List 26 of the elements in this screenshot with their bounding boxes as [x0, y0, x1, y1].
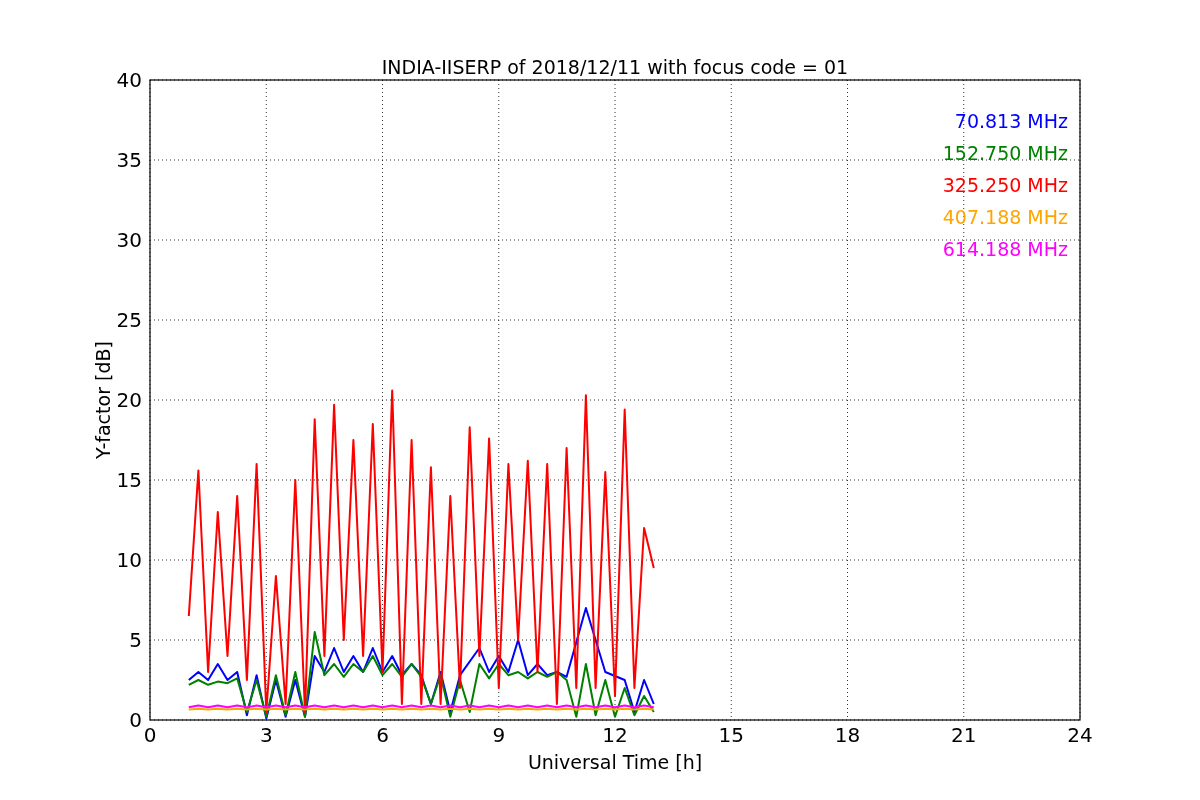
x-axis-label: Universal Time [h] [527, 751, 703, 773]
legend-label: 325.250 MHz [942, 174, 1068, 196]
y-tick-label: 5 [129, 628, 142, 652]
legend-label: 70.813 MHz [954, 110, 1068, 132]
y-tick-label: 15 [116, 468, 142, 492]
y-axis-label: Y-factor [dB] [92, 341, 114, 459]
x-tick-label: 12 [602, 723, 628, 747]
x-tick-label: 21 [951, 723, 977, 747]
legend-label: 614.188 MHz [942, 238, 1068, 260]
x-tick-label: 3 [259, 723, 273, 747]
y-tick-label: 10 [116, 548, 142, 572]
y-tick-label: 20 [116, 388, 142, 412]
y-tick-label: 0 [129, 708, 142, 732]
x-tick-label: 6 [376, 723, 389, 747]
x-tick-label: 18 [834, 723, 861, 747]
y-tick-label: 35 [116, 148, 142, 172]
x-tick-label: 15 [718, 723, 744, 747]
chart-title: INDIA-IISERP of 2018/12/11 with focus code = 01 [381, 56, 849, 78]
x-tick-label: 9 [492, 723, 506, 747]
legend-label: 407.188 MHz [942, 206, 1068, 228]
x-tick-label: 24 [1067, 723, 1093, 747]
y-tick-label: 30 [116, 228, 142, 252]
y-tick-label: 25 [116, 308, 142, 332]
legend-label: 152.750 MHz [942, 142, 1068, 164]
y-tick-label: 40 [116, 68, 142, 92]
x-tick-label: 0 [143, 723, 157, 747]
